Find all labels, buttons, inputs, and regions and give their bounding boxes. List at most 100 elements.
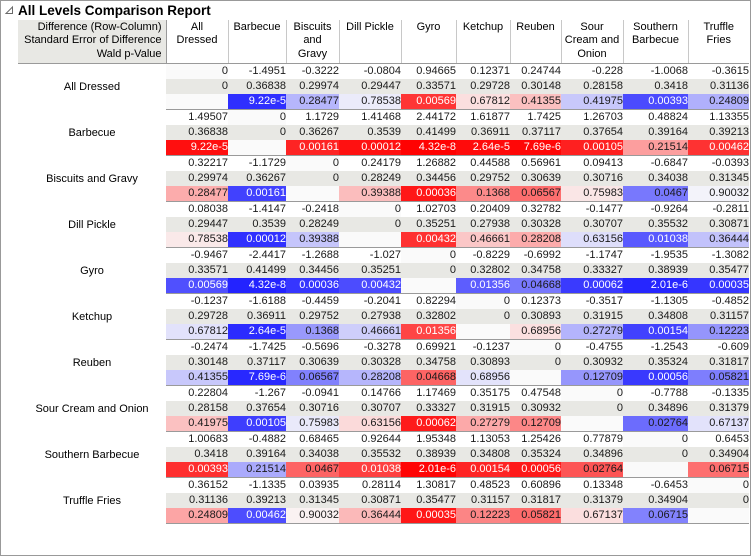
cell-difference-all-dressed-ketchup: 0.12371 <box>456 63 510 80</box>
cell-difference-barbecue-gyro: 2.44172 <box>401 109 456 126</box>
cell-p_value-biscuits-and-gravy-barbecue: 0.00161 <box>228 186 286 203</box>
column-header-all-dressed[interactable]: All Dressed <box>166 20 229 65</box>
table-row-sour-cream-and-onion-difference: Sour Cream and Onion 0.22804 -1.267 -0.0941… <box>18 385 749 432</box>
cell-p_value-truffle-fries-dill-pickle: 0.36444 <box>339 508 401 525</box>
column-header-biscuits-and-gravy[interactable]: Biscuits and Gravy <box>286 20 340 65</box>
cell-p_value-barbecue-southern-barbecue: 0.21514 <box>623 140 688 157</box>
cell-difference-southern-barbecue-barbecue: -0.4882 <box>228 431 286 448</box>
cell-std_error-truffle-fries-barbecue: 0.39213 <box>228 493 286 509</box>
cell-p_value-truffle-fries-biscuits-and-gravy: 0.90032 <box>286 508 339 525</box>
cell-std_error-sour-cream-and-onion-truffle-fries: 0.31379 <box>688 401 749 417</box>
column-header-gyro[interactable]: Gyro <box>401 20 457 65</box>
cell-p_value-all-dressed-truffle-fries: 0.24809 <box>688 94 749 111</box>
cell-difference-reuben-gyro: 0.69921 <box>401 339 456 356</box>
cell-p_value-all-dressed-gyro: 0.00569 <box>401 94 456 111</box>
row-label-sour-cream-and-onion[interactable]: Sour Cream and Onion <box>18 385 166 432</box>
cell-p_value-truffle-fries-sour-cream-and-onion: 0.67137 <box>561 508 623 525</box>
cell-difference-sour-cream-and-onion-biscuits-and-gravy: -0.0941 <box>286 385 339 402</box>
cell-std_error-sour-cream-and-onion-southern-barbecue: 0.34896 <box>623 401 688 417</box>
cell-std_error-southern-barbecue-reuben: 0.35324 <box>510 447 561 463</box>
cell-difference-truffle-fries-truffle-fries: 0 <box>688 477 749 494</box>
cell-p_value-reuben-dill-pickle: 0.28208 <box>339 370 401 387</box>
cell-difference-dill-pickle-barbecue: -1.4147 <box>228 201 286 218</box>
cell-p_value-barbecue-ketchup: 2.64e-5 <box>456 140 510 157</box>
cell-p_value-sour-cream-and-onion-sour-cream-and-onion <box>561 416 623 433</box>
cell-difference-all-dressed-biscuits-and-gravy: -0.3222 <box>286 63 339 80</box>
cell-std_error-all-dressed-reuben: 0.30148 <box>510 79 561 95</box>
cell-p_value-biscuits-and-gravy-gyro: 0.00036 <box>401 186 456 203</box>
cell-difference-dill-pickle-sour-cream-and-onion: -0.1477 <box>561 201 623 218</box>
cell-p_value-reuben-biscuits-and-gravy: 0.06567 <box>286 370 339 387</box>
cell-p_value-all-dressed-ketchup: 0.67812 <box>456 94 510 111</box>
row-label-gyro[interactable]: Gyro <box>18 247 166 294</box>
cell-difference-truffle-fries-dill-pickle: 0.28114 <box>339 477 401 494</box>
triangle-collapse-icon[interactable] <box>4 5 15 16</box>
cell-std_error-ketchup-truffle-fries: 0.31157 <box>688 309 749 325</box>
row-label-all-dressed[interactable]: All Dressed <box>18 63 166 110</box>
cell-std_error-barbecue-sour-cream-and-onion: 0.37654 <box>561 125 623 141</box>
cell-std_error-reuben-biscuits-and-gravy: 0.30639 <box>286 355 339 371</box>
row-label-reuben[interactable]: Reuben <box>18 339 166 386</box>
cell-difference-ketchup-all-dressed: -0.1237 <box>166 293 228 310</box>
cell-p_value-biscuits-and-gravy-ketchup: 0.1368 <box>456 186 510 203</box>
row-label-truffle-fries[interactable]: Truffle Fries <box>18 477 166 524</box>
cell-std_error-sour-cream-and-onion-biscuits-and-gravy: 0.30716 <box>286 401 339 417</box>
cell-p_value-sour-cream-and-onion-dill-pickle: 0.63156 <box>339 416 401 433</box>
row-label-barbecue[interactable]: Barbecue <box>18 109 166 156</box>
cell-difference-reuben-ketchup: -0.1237 <box>456 339 510 356</box>
column-header-barbecue[interactable]: Barbecue <box>228 20 287 65</box>
cell-difference-biscuits-and-gravy-barbecue: -1.1729 <box>228 155 286 172</box>
cell-std_error-reuben-barbecue: 0.37117 <box>228 355 286 371</box>
column-header-southern-barbecue[interactable]: Southern Barbecue <box>623 20 689 65</box>
cell-std_error-southern-barbecue-biscuits-and-gravy: 0.34038 <box>286 447 339 463</box>
cell-std_error-all-dressed-truffle-fries: 0.31136 <box>688 79 749 95</box>
comparison-table-container: Difference (Row-Column) Standard Error o… <box>1 20 750 525</box>
row-label-ketchup[interactable]: Ketchup <box>18 293 166 340</box>
cell-std_error-biscuits-and-gravy-biscuits-and-gravy: 0 <box>286 171 339 187</box>
table-row-dill-pickle-difference: Dill Pickle 0.08038 -1.4147 -0.2418 0 1.02703… <box>18 201 749 248</box>
cell-std_error-biscuits-and-gravy-barbecue: 0.36267 <box>228 171 286 187</box>
cell-std_error-truffle-fries-ketchup: 0.31157 <box>456 493 510 509</box>
cell-std_error-barbecue-southern-barbecue: 0.39164 <box>623 125 688 141</box>
cell-p_value-southern-barbecue-all-dressed: 0.00393 <box>166 462 228 479</box>
cell-difference-truffle-fries-reuben: 0.60896 <box>510 477 561 494</box>
row-label-dill-pickle[interactable]: Dill Pickle <box>18 201 166 248</box>
cell-p_value-southern-barbecue-southern-barbecue <box>623 462 688 479</box>
cell-p_value-reuben-gyro: 0.04668 <box>401 370 456 387</box>
legend-line-wald-p: Wald p-Value <box>96 47 162 60</box>
cell-std_error-dill-pickle-sour-cream-and-onion: 0.30707 <box>561 217 623 233</box>
cell-p_value-truffle-fries-all-dressed: 0.24809 <box>166 508 228 525</box>
all-levels-comparison-table: Difference (Row-Column) Standard Error o… <box>18 20 749 525</box>
cell-std_error-sour-cream-and-onion-all-dressed: 0.28158 <box>166 401 228 417</box>
cell-p_value-truffle-fries-reuben: 0.05821 <box>510 508 561 525</box>
cell-p_value-barbecue-truffle-fries: 0.00462 <box>688 140 749 157</box>
cell-difference-southern-barbecue-dill-pickle: 0.92644 <box>339 431 401 448</box>
cell-difference-dill-pickle-reuben: 0.32782 <box>510 201 561 218</box>
cell-std_error-ketchup-dill-pickle: 0.27938 <box>339 309 401 325</box>
column-header-dill-pickle[interactable]: Dill Pickle <box>339 20 402 65</box>
row-label-southern-barbecue[interactable]: Southern Barbecue <box>18 431 166 478</box>
cell-std_error-reuben-all-dressed: 0.30148 <box>166 355 228 371</box>
cell-difference-all-dressed-dill-pickle: -0.0804 <box>339 63 401 80</box>
cell-std_error-barbecue-biscuits-and-gravy: 0.36267 <box>286 125 339 141</box>
cell-difference-all-dressed-truffle-fries: -0.3615 <box>688 63 749 80</box>
cell-std_error-truffle-fries-truffle-fries: 0 <box>688 493 749 509</box>
cell-p_value-sour-cream-and-onion-reuben: 0.12709 <box>510 416 561 433</box>
cell-p_value-barbecue-sour-cream-and-onion: 0.00105 <box>561 140 623 157</box>
cell-std_error-truffle-fries-all-dressed: 0.31136 <box>166 493 228 509</box>
cell-difference-dill-pickle-gyro: 1.02703 <box>401 201 456 218</box>
cell-p_value-gyro-gyro <box>401 278 456 295</box>
cell-p_value-gyro-biscuits-and-gravy: 0.00036 <box>286 278 339 295</box>
cell-p_value-truffle-fries-barbecue: 0.00462 <box>228 508 286 525</box>
column-header-reuben[interactable]: Reuben <box>510 20 562 65</box>
cell-std_error-barbecue-truffle-fries: 0.39213 <box>688 125 749 141</box>
column-header-truffle-fries[interactable]: Truffle Fries <box>688 20 749 65</box>
cell-std_error-truffle-fries-sour-cream-and-onion: 0.31379 <box>561 493 623 509</box>
cell-std_error-truffle-fries-southern-barbecue: 0.34904 <box>623 493 688 509</box>
column-header-sour-cream-and-onion[interactable]: Sour Cream and Onion <box>561 20 624 65</box>
cell-p_value-ketchup-southern-barbecue: 0.00154 <box>623 324 688 341</box>
cell-p_value-southern-barbecue-biscuits-and-gravy: 0.0467 <box>286 462 339 479</box>
row-label-biscuits-and-gravy[interactable]: Biscuits and Gravy <box>18 155 166 202</box>
cell-std_error-southern-barbecue-sour-cream-and-onion: 0.34896 <box>561 447 623 463</box>
column-header-ketchup[interactable]: Ketchup <box>456 20 511 65</box>
